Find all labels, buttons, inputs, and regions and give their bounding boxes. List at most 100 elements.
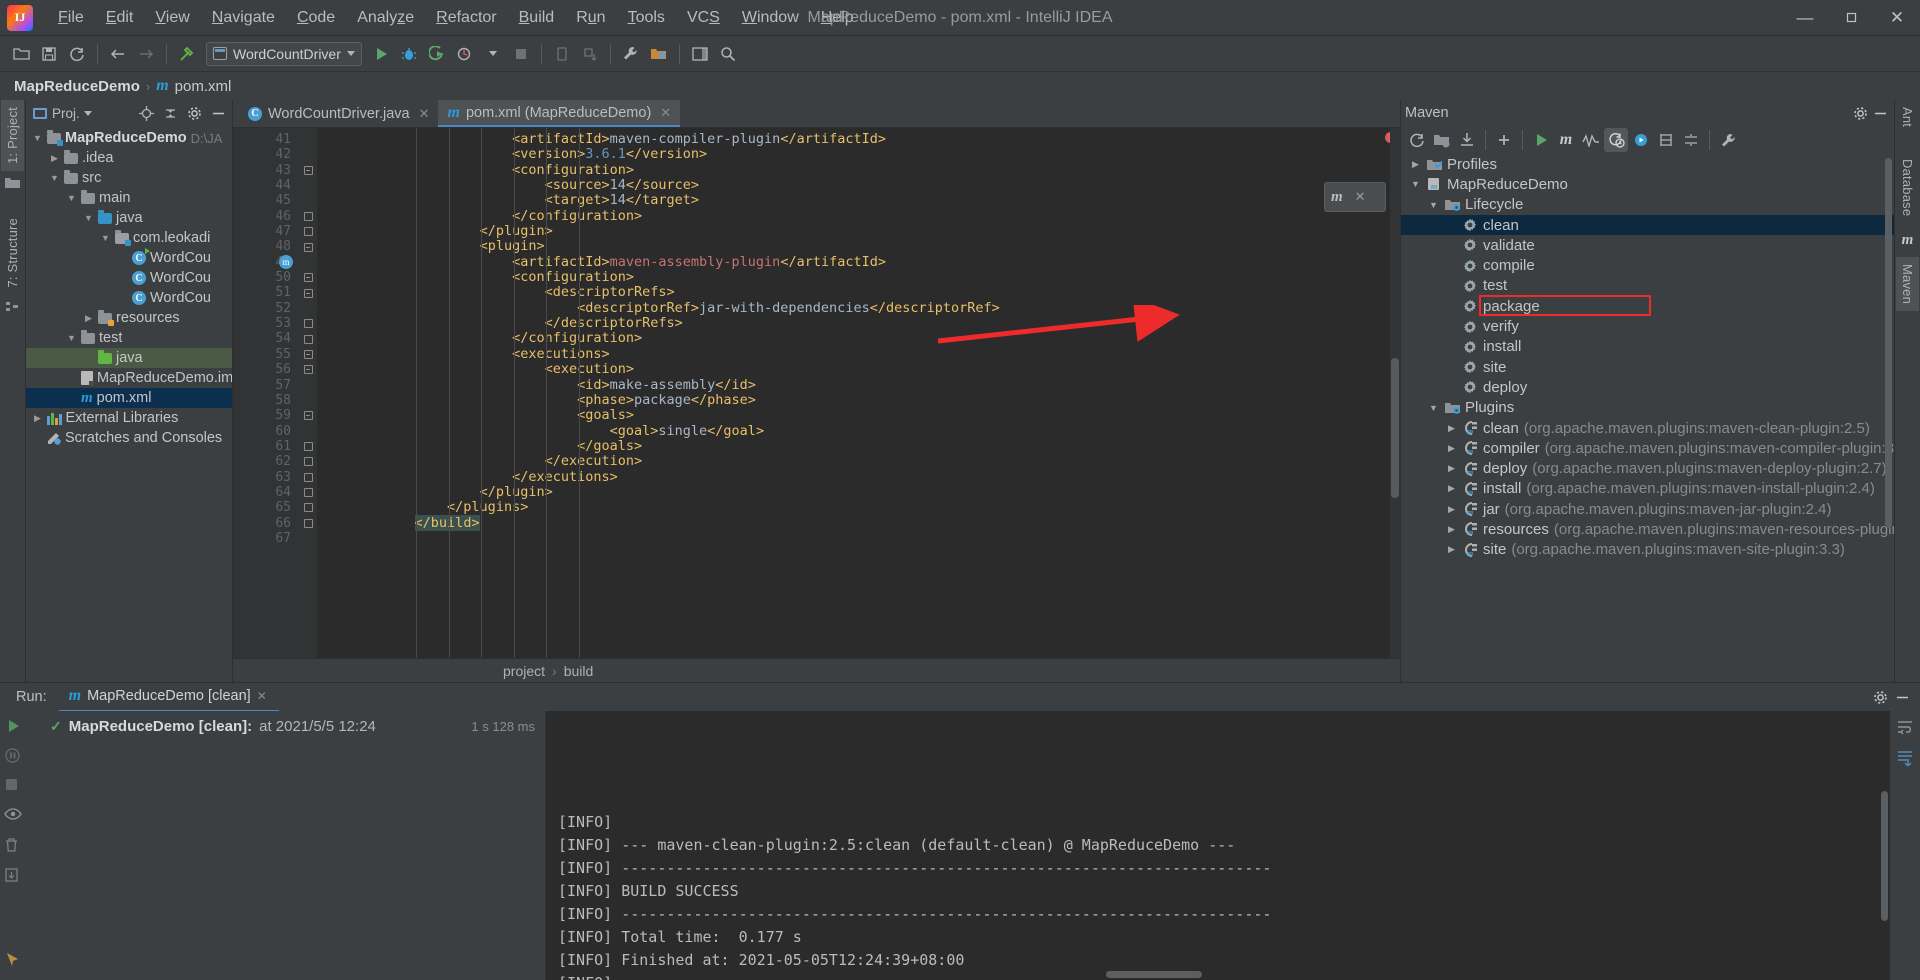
run-result-tree[interactable]: ✓ MapReduceDemo [clean]: at 2021/5/5 12:… bbox=[26, 711, 546, 980]
project-structure-icon[interactable] bbox=[646, 41, 672, 67]
maven-tree-item-clean[interactable]: clean bbox=[1401, 214, 1894, 236]
maven-tree-item-validate[interactable]: validate bbox=[1401, 235, 1894, 255]
breadcrumb-project[interactable]: MapReduceDemo bbox=[14, 78, 140, 95]
project-tree-item-mapreducedemo[interactable]: ▼ MapReduceDemo D:\JA bbox=[26, 128, 232, 148]
editor-tab-pomxml[interactable]: m pom.xml (MapReduceDemo) ✕ bbox=[438, 100, 681, 127]
maven-tree-item-plugins[interactable]: ▼ Plugins bbox=[1401, 398, 1894, 418]
gear-icon[interactable] bbox=[1870, 687, 1890, 707]
hide-panel-icon[interactable] bbox=[1892, 687, 1912, 707]
sidebar-tab-project[interactable]: 1: Project bbox=[1, 100, 24, 171]
toggle-offline-mode-icon[interactable] bbox=[1604, 128, 1628, 152]
maven-tree-item-package[interactable]: package bbox=[1401, 296, 1894, 316]
menu-window[interactable]: Window bbox=[731, 4, 810, 32]
fold-marker[interactable] bbox=[299, 500, 317, 515]
fold-marker[interactable] bbox=[299, 285, 317, 300]
maven-tree-item-install[interactable]: install bbox=[1401, 337, 1894, 357]
expand-arrow-icon[interactable]: ▼ bbox=[1409, 179, 1422, 189]
editor-scrollbar-thumb[interactable] bbox=[1391, 358, 1399, 498]
expand-arrow-icon[interactable]: ▶ bbox=[49, 153, 60, 164]
maven-reload-icon[interactable]: m bbox=[1331, 189, 1343, 206]
maven-tree-item-deploy[interactable]: deploy bbox=[1401, 377, 1894, 397]
console-horizontal-scrollbar[interactable] bbox=[1106, 971, 1202, 978]
expand-arrow-icon[interactable]: ▼ bbox=[66, 193, 77, 203]
run-icon[interactable] bbox=[368, 41, 394, 67]
maven-tree-item-verify[interactable]: verify bbox=[1401, 316, 1894, 336]
maven-tree-item-profiles[interactable]: ▶ Profiles bbox=[1401, 154, 1894, 174]
run-tab-mapreducedemo-clean[interactable]: m MapReduceDemo [clean] ✕ bbox=[58, 683, 279, 712]
sdk-manager-icon[interactable] bbox=[577, 41, 603, 67]
expand-arrow-icon[interactable]: ▶ bbox=[1445, 524, 1458, 535]
maven-reload-popup[interactable]: m ✕ bbox=[1324, 182, 1386, 212]
search-icon[interactable] bbox=[715, 41, 741, 67]
download-sources-icon[interactable] bbox=[1455, 128, 1479, 152]
menu-view[interactable]: View bbox=[144, 4, 200, 32]
menu-build[interactable]: Build bbox=[508, 4, 566, 32]
fold-marker[interactable] bbox=[299, 316, 317, 331]
fold-marker[interactable] bbox=[299, 470, 317, 485]
maven-tree[interactable]: ▶ Profiles ▼ m MapReduceDemo ▼ Lifecycle clean v… bbox=[1401, 154, 1894, 682]
console-output[interactable]: [INFO] [INFO] --- maven-clean-plugin:2.5… bbox=[546, 711, 1890, 980]
project-tree-item-wordcou[interactable]: C WordCou bbox=[26, 288, 232, 308]
profile-icon[interactable] bbox=[452, 41, 478, 67]
sidebar-tab-ant[interactable]: Ant bbox=[1896, 100, 1919, 134]
editor-tab-wordcountdriver[interactable]: C WordCountDriver.java ✕ bbox=[239, 100, 438, 127]
expand-arrow-icon[interactable]: ▶ bbox=[1445, 443, 1458, 454]
fold-marker[interactable] bbox=[299, 270, 317, 285]
stop-icon[interactable] bbox=[508, 41, 534, 67]
maven-scrollbar-thumb[interactable] bbox=[1885, 158, 1892, 528]
project-tree-item-pom-xml[interactable]: m pom.xml bbox=[26, 388, 232, 408]
project-tree-item-com-leokadi[interactable]: ▼ com.leokadi bbox=[26, 228, 232, 248]
expand-collapse-icon[interactable] bbox=[1679, 128, 1703, 152]
fold-marker[interactable] bbox=[299, 163, 317, 178]
fold-marker[interactable] bbox=[299, 439, 317, 454]
back-arrow-icon[interactable] bbox=[105, 41, 131, 67]
expand-arrow-icon[interactable]: ▼ bbox=[83, 213, 94, 223]
editor-scrollbar-track[interactable] bbox=[1390, 128, 1400, 658]
fold-marker[interactable] bbox=[299, 209, 317, 224]
hide-panel-icon[interactable] bbox=[1870, 103, 1890, 123]
project-tree-item-src[interactable]: ▼ src bbox=[26, 168, 232, 188]
show-dependencies-icon[interactable] bbox=[1654, 128, 1678, 152]
expand-arrow-icon[interactable]: ▶ bbox=[1409, 159, 1422, 170]
trash-icon[interactable] bbox=[4, 837, 23, 856]
maven-tree-item-lifecycle[interactable]: ▼ Lifecycle bbox=[1401, 195, 1894, 215]
fold-marker[interactable] bbox=[299, 239, 317, 254]
add-maven-project-icon[interactable] bbox=[1430, 128, 1454, 152]
project-tree-item-external-libraries[interactable]: ▶ External Libraries bbox=[26, 408, 232, 428]
expand-arrow-icon[interactable]: ▶ bbox=[1445, 463, 1458, 474]
run-maven-goal-icon[interactable] bbox=[1529, 128, 1553, 152]
close-icon[interactable]: ✕ bbox=[660, 105, 671, 121]
maven-tree-item-install[interactable]: ▶ m install (org.apache.maven.plugins:mave… bbox=[1401, 479, 1894, 499]
expand-arrow-icon[interactable]: ▶ bbox=[1445, 544, 1458, 555]
sidebar-tab-database[interactable]: Database bbox=[1896, 152, 1919, 223]
project-tree-item-java[interactable]: java bbox=[26, 348, 232, 368]
close-icon[interactable]: ✕ bbox=[1355, 189, 1366, 205]
reload-icon[interactable] bbox=[1405, 128, 1429, 152]
rerun-icon[interactable] bbox=[4, 717, 23, 736]
expand-arrow-icon[interactable]: ▼ bbox=[49, 173, 60, 183]
menu-refactor[interactable]: Refactor bbox=[425, 4, 507, 32]
maven-tree-item-clean[interactable]: ▶ m clean (org.apache.maven.plugins:maven-… bbox=[1401, 418, 1894, 438]
maven-tree-item-resources[interactable]: ▶ m resources (org.apache.maven.plugins:ma… bbox=[1401, 519, 1894, 539]
stop-icon[interactable] bbox=[4, 777, 23, 796]
gear-icon[interactable] bbox=[184, 103, 204, 123]
project-tree-item-java[interactable]: ▼ java bbox=[26, 208, 232, 228]
maven-tree-item-site[interactable]: ▶ m site (org.apache.maven.plugins:maven-s… bbox=[1401, 540, 1894, 560]
build-hammer-icon[interactable] bbox=[174, 41, 200, 67]
export-icon[interactable] bbox=[4, 867, 23, 886]
fold-marker[interactable] bbox=[299, 454, 317, 469]
maven-tree-item-deploy[interactable]: ▶ m deploy (org.apache.maven.plugins:maven… bbox=[1401, 458, 1894, 478]
menu-vcs[interactable]: VCS bbox=[676, 4, 731, 32]
code-folding-gutter[interactable] bbox=[299, 128, 317, 658]
project-tree-item-main[interactable]: ▼ main bbox=[26, 188, 232, 208]
fold-marker[interactable] bbox=[299, 516, 317, 531]
forward-arrow-icon[interactable] bbox=[133, 41, 159, 67]
device-manager-icon[interactable] bbox=[549, 41, 575, 67]
pause-icon[interactable] bbox=[4, 747, 23, 766]
project-tree-item--idea[interactable]: ▶ .idea bbox=[26, 148, 232, 168]
pin-icon[interactable] bbox=[4, 951, 23, 970]
menu-code[interactable]: Code bbox=[286, 4, 346, 32]
fold-marker[interactable] bbox=[299, 331, 317, 346]
maven-tree-item-jar[interactable]: ▶ m jar (org.apache.maven.plugins:maven-ja… bbox=[1401, 499, 1894, 519]
close-button[interactable]: ✕ bbox=[1874, 0, 1920, 36]
